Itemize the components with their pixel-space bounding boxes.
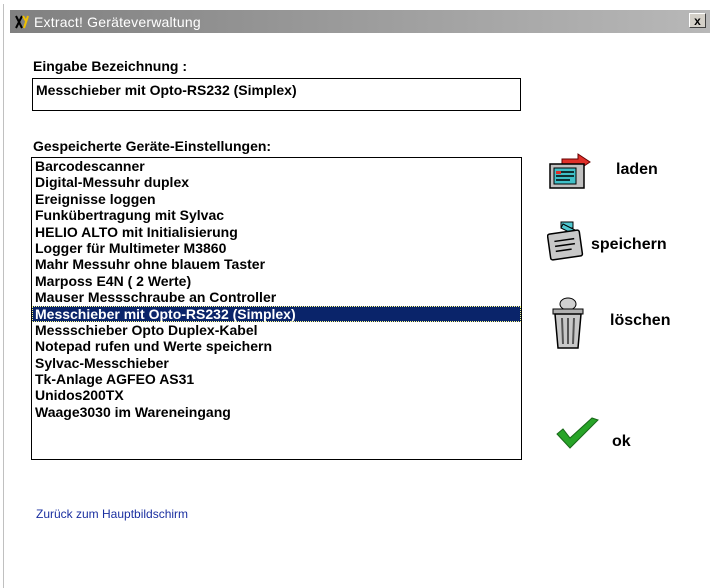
ok-label: ok [612,433,631,450]
list-item[interactable]: HELIO ALTO mit Initialisierung [32,224,521,240]
folder-save-icon [547,221,584,261]
list-item[interactable]: Messschieber Opto Duplex-Kabel [32,322,521,338]
delete-button[interactable]: löschen [548,296,670,352]
save-button[interactable]: speichern [547,220,667,262]
back-to-main-link[interactable]: Zurück zum Hauptbildschirm [36,507,188,521]
list-item[interactable]: Waage3030 im Wareneingang [32,404,521,420]
extract-logo-icon [15,14,29,28]
list-item[interactable]: Digital-Messuhr duplex [32,174,521,190]
list-item[interactable]: Marposs E4N ( 2 Werte) [32,273,521,289]
window-title: Extract! Geräteverwaltung [34,13,201,30]
list-item[interactable]: Ereignisse loggen [32,191,521,207]
list-item[interactable]: Barcodescanner [32,158,521,174]
window-frame-left [3,4,4,588]
designation-input[interactable]: Messchieber mit Opto-RS232 (Simplex) [32,78,521,111]
list-item[interactable]: Unidos200TX [32,387,521,403]
list-item[interactable]: Sylvac-Messchieber [32,355,521,371]
list-item[interactable]: Messchieber mit Opto-RS232 (Simplex) [32,305,521,322]
list-item[interactable]: Tk-Anlage AGFEO AS31 [32,371,521,387]
input-label: Eingabe Bezeichnung : [33,58,188,74]
delete-label: löschen [610,312,671,329]
list-item[interactable]: Funkübertragung mit Sylvac [32,207,521,223]
device-settings-list[interactable]: Barcodescanner Digital-Messuhr duplex Erei… [31,157,522,460]
list-item[interactable]: Notepad rufen und Werte speichern [32,338,521,354]
list-item[interactable]: Mahr Messuhr ohne blauem Taster [32,256,521,272]
checkmark-icon [556,417,599,449]
load-label: laden [616,161,658,178]
list-item[interactable]: Logger für Multimeter M3860 [32,240,521,256]
title-bar[interactable]: Extract! Geräteverwaltung x [10,10,710,33]
list-item[interactable]: Mauser Messschraube an Controller [32,289,521,305]
load-button[interactable]: laden [548,150,658,190]
ok-button[interactable]: ok [554,414,631,452]
close-button[interactable]: x [689,13,706,28]
save-label: speichern [591,236,667,253]
trash-can-icon [552,297,584,349]
list-label: Gespeicherte Geräte-Einstellungen: [33,138,272,154]
folder-load-icon [549,153,591,189]
